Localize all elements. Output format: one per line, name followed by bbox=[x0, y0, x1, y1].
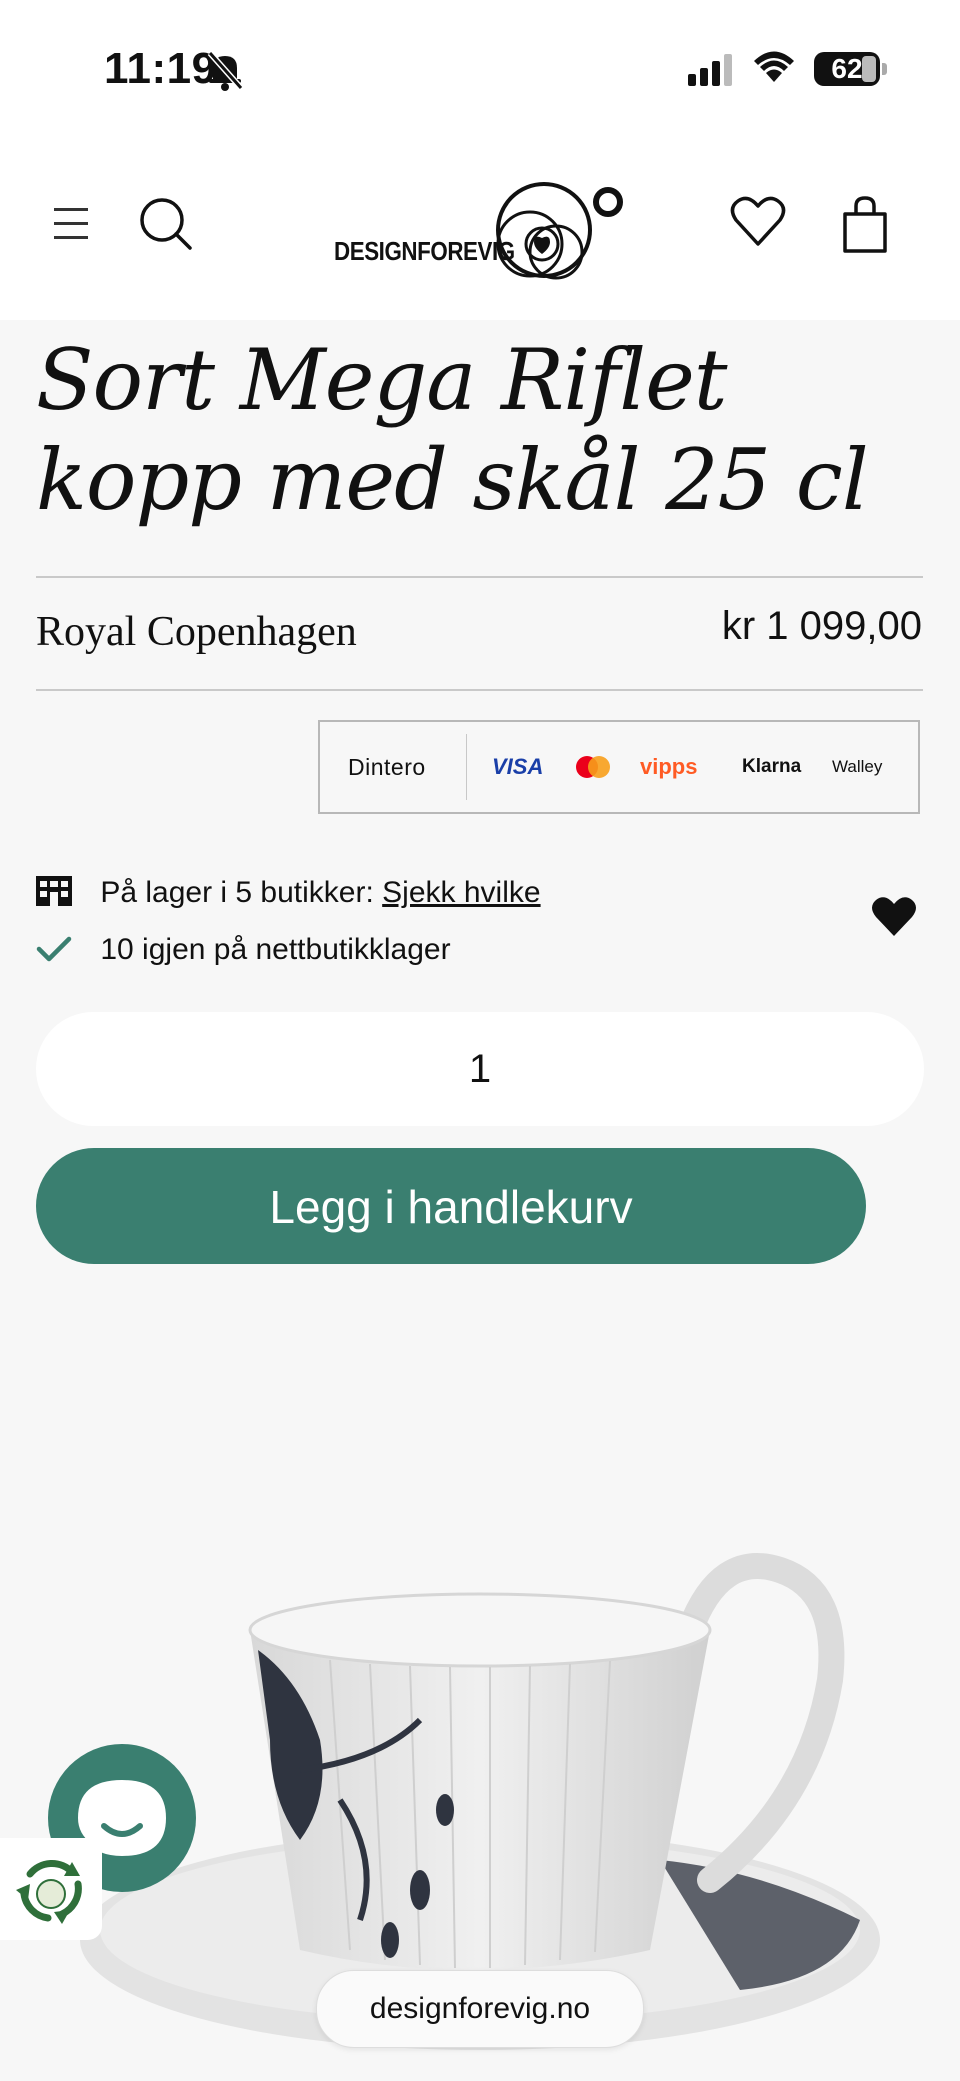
checkmark-icon bbox=[36, 936, 72, 962]
check-stores-link[interactable]: Sjekk hvilke bbox=[382, 876, 540, 909]
status-time: 11:19 bbox=[104, 44, 217, 93]
site-header: DESIGNFOREVIG bbox=[0, 140, 960, 320]
payment-walley: Walley bbox=[832, 757, 883, 776]
muted-bell-icon bbox=[207, 51, 244, 91]
wishlist-heart-icon[interactable] bbox=[730, 194, 786, 250]
favorite-heart-icon[interactable] bbox=[871, 896, 917, 938]
store-stock-text: På lager i 5 butikker: bbox=[100, 876, 374, 909]
payment-dintero: Dintero bbox=[348, 754, 426, 780]
battery-indicator: 62 bbox=[814, 52, 880, 86]
shopping-bag-icon[interactable] bbox=[842, 196, 888, 254]
product-title: Sort Mega Riflet kopp med skål 25 cl bbox=[36, 331, 869, 529]
divider bbox=[36, 689, 923, 691]
payment-klarna: Klarna bbox=[742, 756, 802, 777]
sustainability-badge[interactable] bbox=[0, 1838, 102, 1940]
logo-text: DESIGNFOREVIG bbox=[334, 236, 515, 266]
online-stock-text: 10 igjen på nettbutikklager bbox=[100, 933, 451, 966]
logo-circles-icon bbox=[496, 182, 623, 280]
browser-url-bar[interactable]: designforevig.no bbox=[316, 1970, 644, 2048]
payment-vipps: vipps bbox=[640, 754, 698, 779]
recycle-icon bbox=[16, 1859, 82, 1924]
product-brand[interactable]: Royal Copenhagen bbox=[36, 608, 357, 656]
online-stock-row: 10 igjen på nettbutikklager bbox=[36, 933, 451, 967]
status-bar: 11:19 62 bbox=[0, 0, 960, 140]
payment-visa: VISA bbox=[492, 754, 544, 779]
site-logo[interactable]: DESIGNFOREVIG bbox=[334, 174, 634, 284]
store-stock-row: På lager i 5 butikker: Sjekk hvilke bbox=[36, 876, 541, 910]
menu-icon[interactable] bbox=[52, 202, 92, 246]
product-price: kr 1 099,00 bbox=[721, 604, 922, 648]
add-to-cart-button[interactable]: Legg i handlekurv bbox=[36, 1148, 866, 1264]
store-building-icon bbox=[36, 876, 72, 906]
battery-level: 62 bbox=[831, 53, 863, 84]
mastercard-icon bbox=[576, 756, 610, 778]
payment-methods: Dintero VISA vipps Klarna Walley bbox=[318, 720, 920, 814]
product-image bbox=[80, 1553, 880, 2050]
signal-icon bbox=[688, 54, 732, 86]
search-icon[interactable] bbox=[138, 196, 194, 252]
quantity-input[interactable]: 1 bbox=[36, 1012, 924, 1126]
wifi-icon bbox=[754, 51, 794, 82]
divider bbox=[36, 576, 923, 578]
